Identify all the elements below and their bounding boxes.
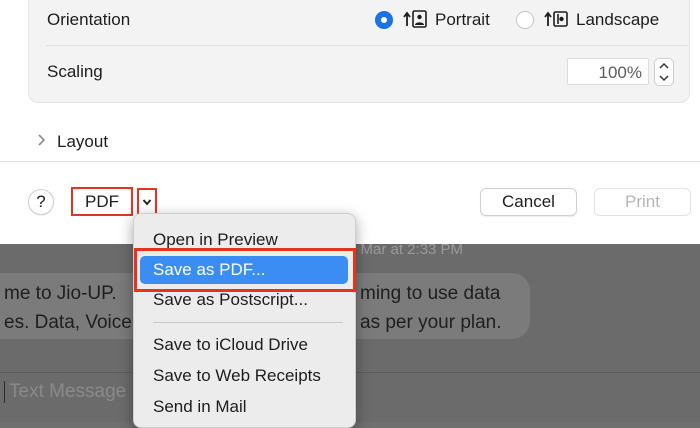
message-text-line-1-right: ming to use data: [360, 283, 501, 304]
pdf-menu-toggle[interactable]: [137, 188, 157, 216]
stepper-up-icon[interactable]: [655, 59, 673, 72]
menu-item-save-to-icloud-drive[interactable]: Save to iCloud Drive: [134, 331, 357, 359]
message-text-line-1: me to Jio-UP.: [4, 283, 117, 304]
options-divider: [46, 45, 688, 46]
print-button[interactable]: Print: [594, 188, 691, 216]
pdf-dropdown-menu: Open in Preview Save as PDF... Save as P…: [133, 213, 356, 428]
scaling-label: Scaling: [47, 62, 103, 81]
annotation-highlight-box: [134, 248, 356, 292]
chevron-right-icon[interactable]: [36, 133, 46, 152]
help-button[interactable]: ?: [28, 189, 54, 215]
message-input-placeholder: Text Message: [9, 381, 127, 402]
orientation-label: Orientation: [47, 10, 131, 29]
menu-divider: [153, 322, 343, 323]
menu-item-send-in-mail[interactable]: Send in Mail: [134, 393, 357, 421]
text-caret: [4, 381, 5, 403]
scaling-input[interactable]: 100%: [567, 58, 649, 85]
stepper-down-icon[interactable]: [655, 72, 673, 85]
landscape-radio[interactable]: [516, 11, 534, 29]
layout-section-toggle[interactable]: Layout: [57, 132, 108, 152]
menu-item-save-to-web-receipts[interactable]: Save to Web Receipts: [134, 362, 357, 390]
portrait-label: Portrait: [435, 10, 490, 29]
print-dialog: Orientation Portrait Landscape Scaling 1…: [0, 0, 700, 244]
scaling-value: 100%: [598, 63, 642, 82]
pdf-button[interactable]: PDF: [71, 187, 133, 216]
chevron-down-icon: [142, 193, 152, 211]
footer-divider: [0, 161, 700, 162]
message-text-line-2: es. Data, Voice: [4, 312, 132, 333]
portrait-radio[interactable]: [375, 11, 393, 29]
scaling-stepper[interactable]: [654, 58, 674, 86]
landscape-label: Landscape: [576, 10, 660, 29]
portrait-orientation-icon: [403, 9, 429, 34]
cancel-button[interactable]: Cancel: [480, 188, 577, 216]
message-text-line-2-right: as per your plan.: [360, 312, 502, 333]
landscape-orientation-icon: [544, 9, 570, 34]
